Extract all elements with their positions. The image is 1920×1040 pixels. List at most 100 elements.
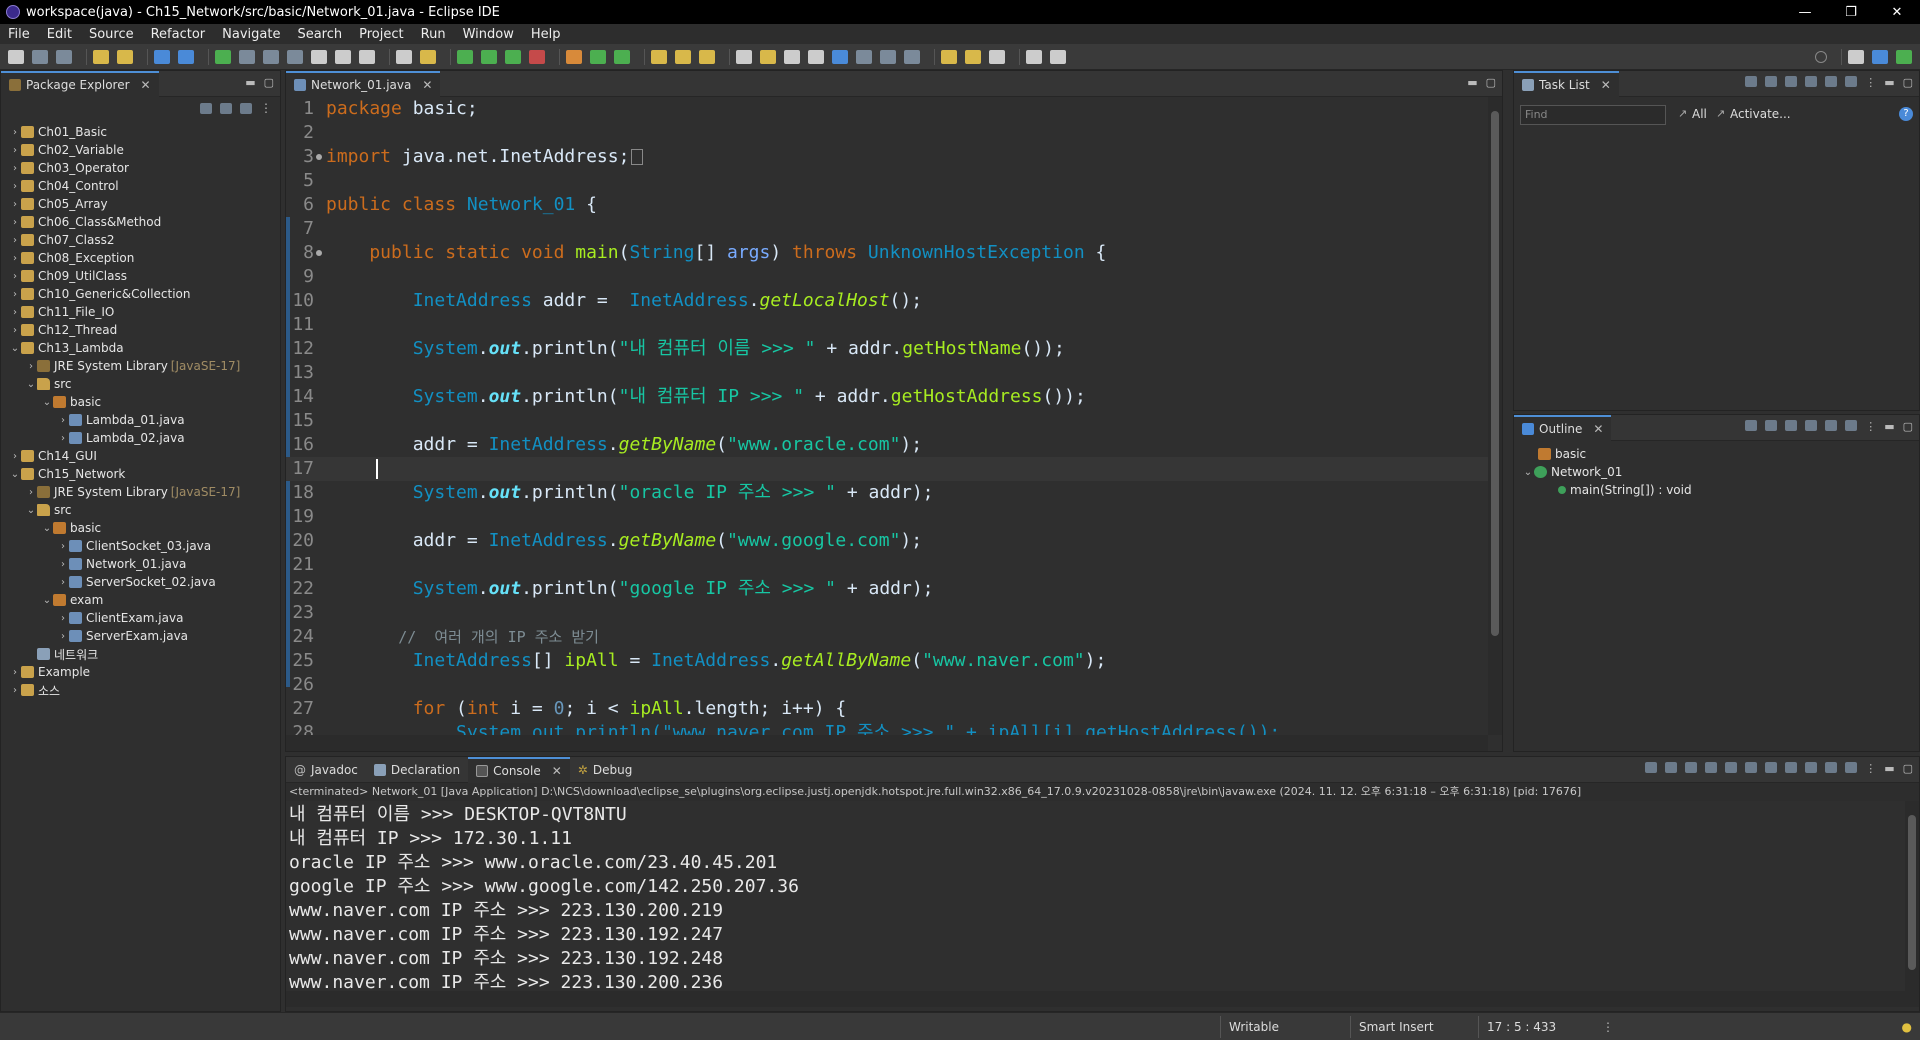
- terminal-open-icon[interactable]: [1050, 49, 1066, 64]
- close-icon[interactable]: ✕: [1601, 78, 1611, 92]
- search-icon[interactable]: [1815, 50, 1827, 63]
- forward-icon[interactable]: [989, 49, 1005, 64]
- expand-icon[interactable]: ›: [57, 631, 69, 642]
- collapse-icon[interactable]: ⌄: [25, 505, 37, 516]
- tab-javadoc[interactable]: @ Javadoc: [286, 757, 366, 783]
- view-menu-icon[interactable]: ⋮: [1865, 762, 1876, 775]
- hide-static-icon[interactable]: [1785, 420, 1798, 431]
- tree-item[interactable]: › JRE System Library [JavaSE-17]: [1, 357, 280, 375]
- pin-console-icon[interactable]: [1805, 762, 1818, 773]
- scrollbar-thumb[interactable]: [1908, 815, 1916, 970]
- expand-icon[interactable]: ›: [57, 613, 69, 624]
- tree-item[interactable]: › Ch01_Basic: [1, 123, 280, 141]
- coverage-icon[interactable]: [505, 49, 521, 64]
- tree-item[interactable]: ⌄ Ch15_Network: [1, 465, 280, 483]
- show-pilcrow-icon[interactable]: [856, 49, 872, 64]
- java-perspective-icon[interactable]: [1872, 49, 1888, 64]
- tree-item[interactable]: › Ch12_Thread: [1, 321, 280, 339]
- next-annotation-icon[interactable]: [880, 49, 896, 64]
- minimize-view-icon[interactable]: ▬: [1884, 762, 1894, 775]
- tree-item[interactable]: › Example: [1, 663, 280, 681]
- hide-fields-icon[interactable]: [1765, 420, 1778, 431]
- drop-to-frame-icon[interactable]: [396, 49, 412, 64]
- expand-icon[interactable]: ›: [9, 325, 21, 336]
- skip-breakpoints-icon[interactable]: [178, 49, 194, 64]
- scheduled-icon[interactable]: [1785, 76, 1798, 87]
- menu-run[interactable]: Run: [413, 27, 455, 42]
- expand-icon[interactable]: ›: [9, 289, 21, 300]
- tab-console[interactable]: Console ✕: [468, 756, 570, 783]
- close-icon[interactable]: ✕: [552, 764, 562, 778]
- tree-item[interactable]: › Ch14_GUI: [1, 447, 280, 465]
- tree-item[interactable]: › Ch07_Class2: [1, 231, 280, 249]
- step-over-icon[interactable]: [335, 49, 351, 64]
- tree-item[interactable]: › ServerSocket_02.java: [1, 573, 280, 591]
- close-button[interactable]: ✕: [1874, 5, 1920, 20]
- menu-window[interactable]: Window: [455, 27, 523, 42]
- folded-import-icon[interactable]: [631, 149, 644, 165]
- filter-icon[interactable]: [240, 102, 252, 114]
- step-return-icon[interactable]: [359, 49, 375, 64]
- minimize-view-icon[interactable]: ▬: [245, 76, 255, 89]
- menu-refactor[interactable]: Refactor: [143, 27, 215, 42]
- tree-item[interactable]: 네트워크: [1, 645, 280, 663]
- expand-icon[interactable]: ›: [9, 181, 21, 192]
- use-step-filters-icon[interactable]: [420, 49, 436, 64]
- new-task-icon[interactable]: [1745, 76, 1758, 87]
- task-find-input[interactable]: Find: [1520, 105, 1666, 125]
- menu-edit[interactable]: Edit: [39, 27, 81, 42]
- menu-source[interactable]: Source: [81, 27, 143, 42]
- minimize-view-icon[interactable]: ▬: [1884, 76, 1894, 89]
- tree-item[interactable]: ⌄ src: [1, 375, 280, 393]
- link-with-editor-icon[interactable]: [1845, 420, 1858, 431]
- toggle-block-selection-icon[interactable]: [784, 49, 800, 64]
- expand-icon[interactable]: ›: [9, 235, 21, 246]
- collapse-icon[interactable]: ⌄: [9, 469, 21, 480]
- debug-perspective-icon[interactable]: [1896, 49, 1912, 64]
- external-tools-icon[interactable]: [529, 49, 545, 64]
- expand-icon[interactable]: ›: [9, 451, 21, 462]
- status-menu-icon[interactable]: ⋮: [1602, 1020, 1614, 1034]
- tree-item[interactable]: › Ch03_Operator: [1, 159, 280, 177]
- open-type-icon[interactable]: [651, 49, 667, 64]
- console-vertical-scrollbar[interactable]: [1905, 801, 1919, 991]
- editor-horizontal-scrollbar[interactable]: [286, 735, 1488, 751]
- tree-item[interactable]: ⌄ basic: [1, 519, 280, 537]
- tree-item[interactable]: › Ch05_Array: [1, 195, 280, 213]
- collapse-icon[interactable]: ⌄: [41, 397, 53, 408]
- step-into-icon[interactable]: [311, 49, 327, 64]
- tree-item[interactable]: ⌄ basic: [1, 393, 280, 411]
- expand-icon[interactable]: ›: [57, 541, 69, 552]
- word-wrap-icon[interactable]: [1745, 762, 1758, 773]
- menu-navigate[interactable]: Navigate: [214, 27, 289, 42]
- close-icon[interactable]: ✕: [1593, 422, 1603, 436]
- hide-completed-icon[interactable]: [1805, 76, 1818, 87]
- expand-icon[interactable]: ›: [25, 487, 37, 498]
- expand-icon[interactable]: ›: [9, 685, 21, 696]
- expand-icon[interactable]: ›: [57, 577, 69, 588]
- display-console-icon[interactable]: [1825, 762, 1838, 773]
- tree-item[interactable]: ⌄ Ch13_Lambda: [1, 339, 280, 357]
- expand-icon[interactable]: ›: [9, 307, 21, 318]
- show-on-stderr-icon[interactable]: [1785, 762, 1798, 773]
- tab-declaration[interactable]: Declaration: [366, 757, 468, 783]
- view-menu-icon[interactable]: ⋮: [1865, 76, 1876, 89]
- close-icon[interactable]: ✕: [141, 78, 151, 92]
- view-menu-icon[interactable]: ⋮: [260, 101, 272, 115]
- expand-icon[interactable]: ›: [9, 217, 21, 228]
- task-activate[interactable]: Activate...: [1730, 107, 1791, 121]
- expand-icon[interactable]: ›: [9, 667, 21, 678]
- scrollbar-thumb[interactable]: [1491, 111, 1499, 636]
- new-java-project-icon[interactable]: [566, 49, 582, 64]
- tab-package-explorer[interactable]: Package Explorer ✕: [1, 70, 159, 97]
- scroll-lock-icon[interactable]: [1725, 762, 1738, 773]
- outline-item-package[interactable]: basic: [1514, 445, 1919, 463]
- run-icon[interactable]: [481, 49, 497, 64]
- resume-icon[interactable]: [215, 49, 231, 64]
- pin-editor-icon[interactable]: [832, 49, 848, 64]
- debug-icon[interactable]: [457, 49, 473, 64]
- terminate-icon[interactable]: [263, 49, 279, 64]
- tree-item[interactable]: ⌄ exam: [1, 591, 280, 609]
- tree-item[interactable]: › ServerExam.java: [1, 627, 280, 645]
- tree-item[interactable]: › 소스: [1, 681, 280, 699]
